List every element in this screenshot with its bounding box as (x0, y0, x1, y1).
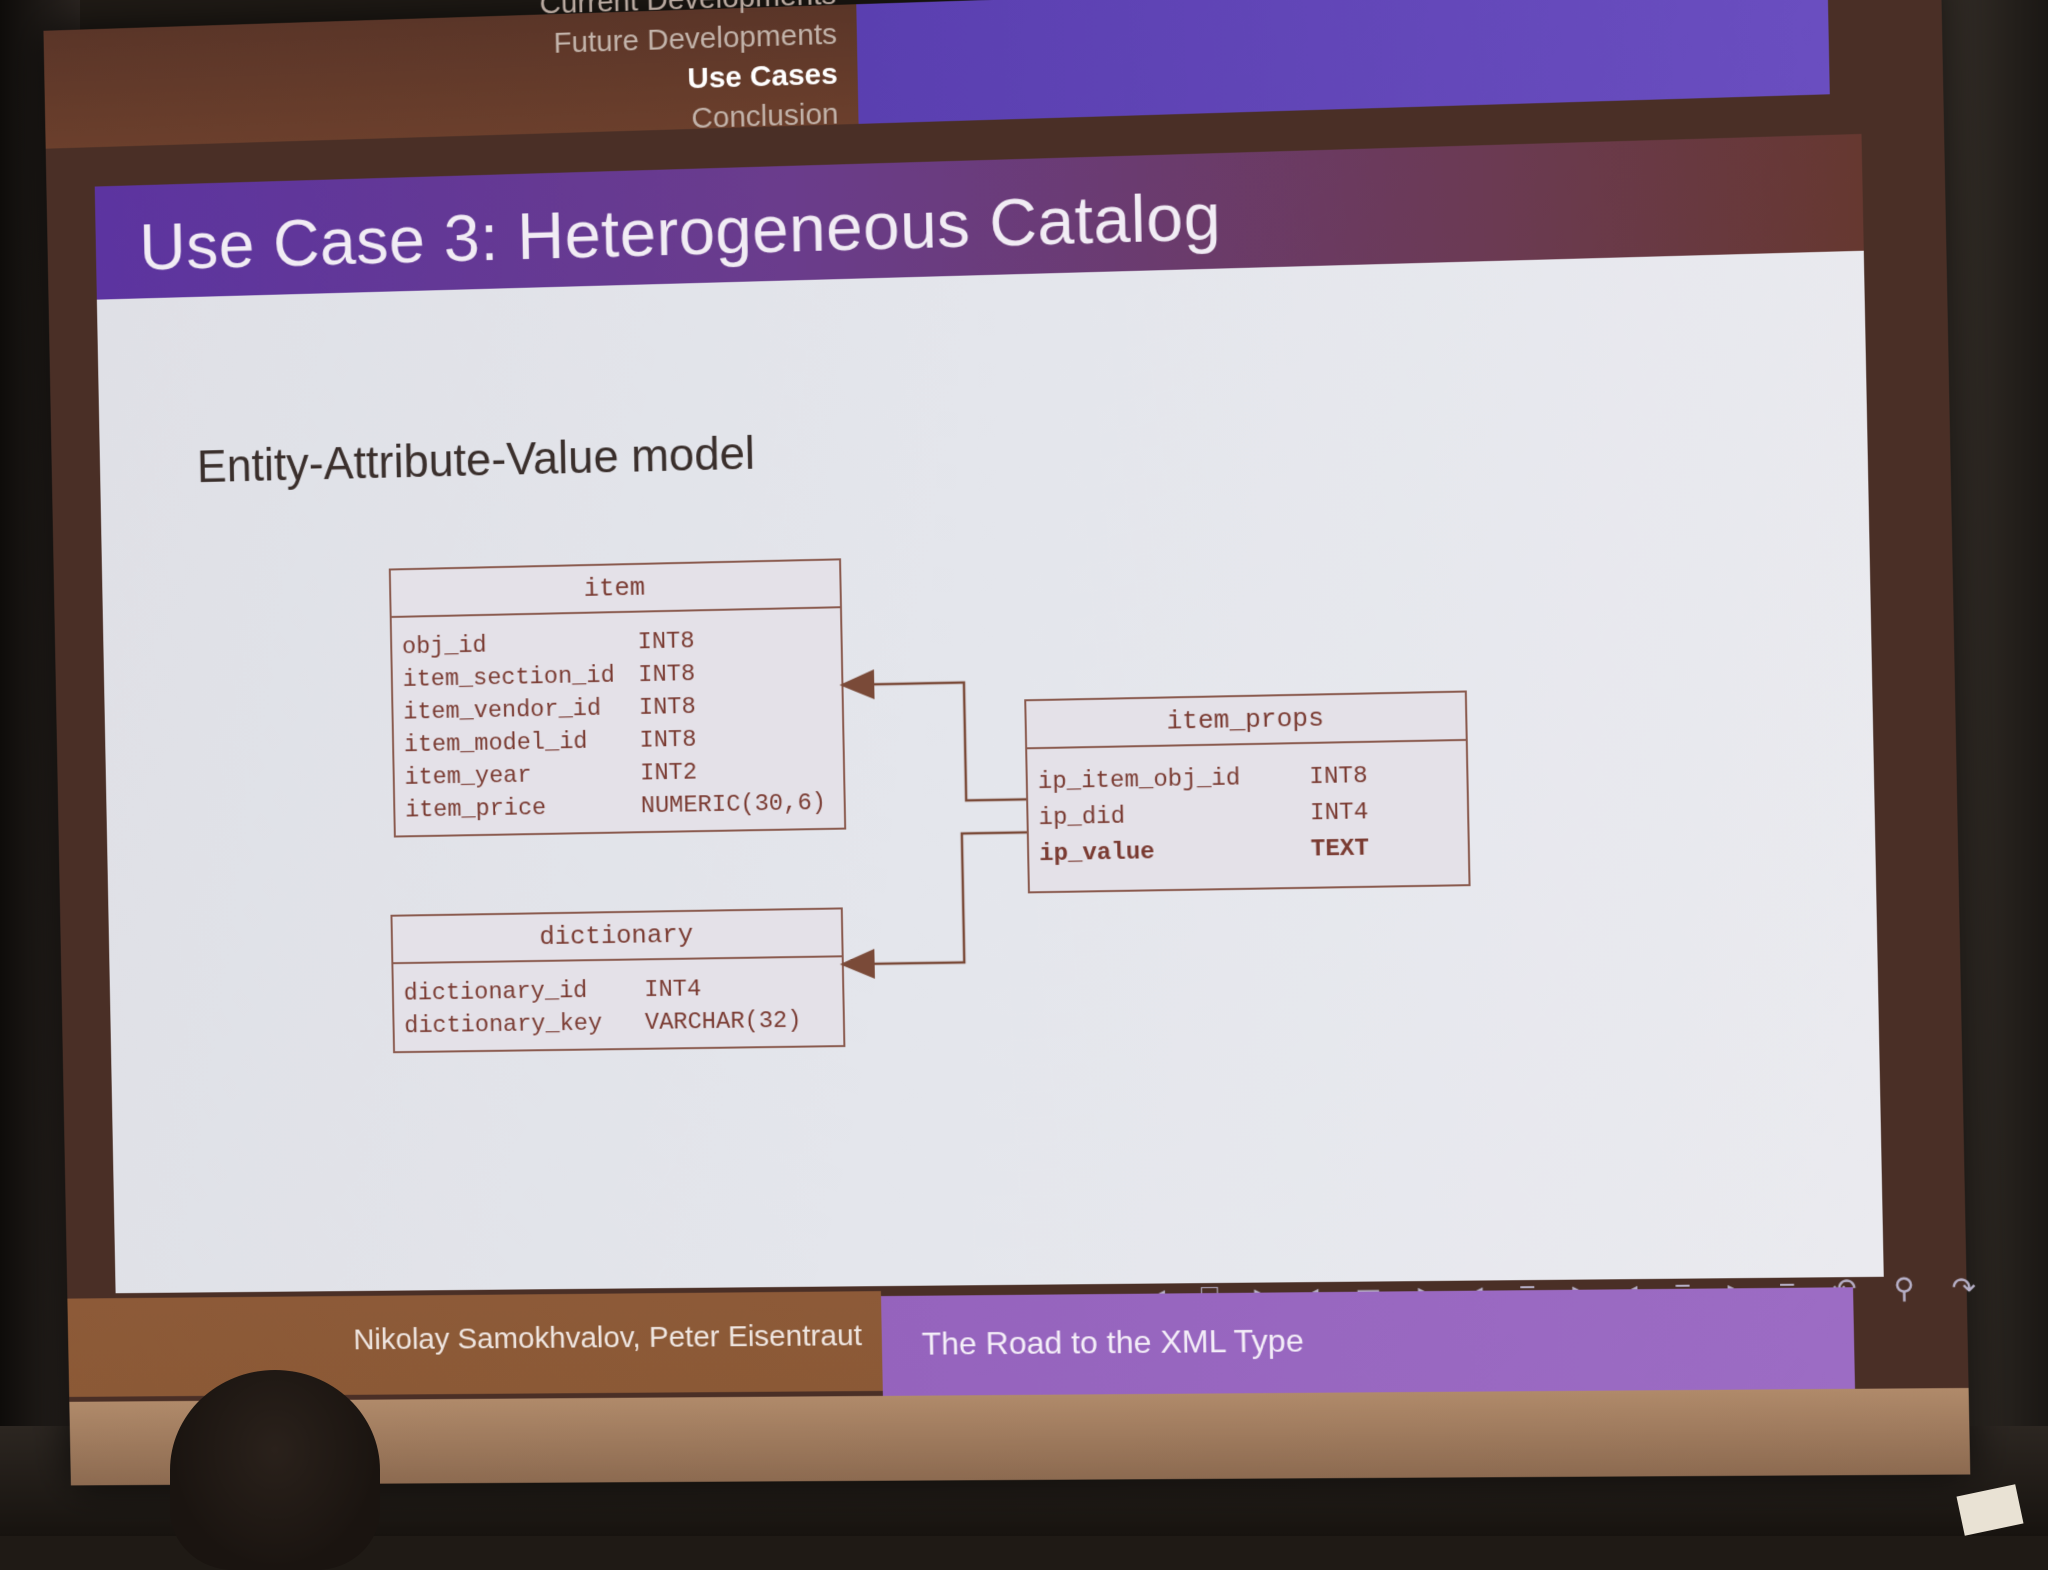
column-type: INT8 (638, 661, 696, 690)
column-name: obj_id (401, 632, 487, 662)
column-name: item_price (404, 795, 547, 825)
column-type: INT8 (1309, 762, 1368, 792)
table-item: item obj_id INT8 item_section_id INT8 item… (388, 558, 847, 838)
column-type: INT8 (638, 693, 697, 722)
column-type: NUMERIC(30,6) (640, 790, 827, 821)
table-row: ip_value TEXT (1039, 830, 1458, 873)
column-type: INT8 (637, 628, 695, 657)
column-name: ip_item_obj_id (1037, 765, 1241, 797)
table-rows: ip_item_obj_id INT8 ip_did INT4 ip_value TE… (1027, 741, 1468, 891)
column-type: INT4 (644, 976, 702, 1005)
table-row: dictionary_key VARCHAR(32) (404, 1004, 833, 1043)
column-name: ip_did (1038, 803, 1126, 833)
column-name: item_model_id (403, 728, 588, 760)
nav-item-conclusion[interactable]: Conclusion (542, 95, 839, 144)
table-rows: dictionary_id INT4 dictionary_key VARCHAR(… (393, 957, 843, 1051)
table-header: dictionary (392, 909, 842, 965)
column-name: dictionary_key (404, 1010, 603, 1041)
column-type: TEXT (1310, 835, 1370, 864)
table-item-props: item_props ip_item_obj_id INT8 ip_did INT4… (1024, 690, 1471, 894)
column-name: item_year (404, 762, 532, 792)
column-name: item_vendor_id (403, 695, 602, 727)
table-row: item_price NUMERIC(30,6) (405, 787, 834, 828)
column-name: item_section_id (402, 662, 615, 694)
column-type: VARCHAR(32) (644, 1007, 802, 1037)
table-dictionary: dictionary dictionary_id INT4 dictionary_… (390, 907, 846, 1054)
table-rows: obj_id INT8 item_section_id INT8 item_vend… (392, 608, 845, 835)
audience-head (170, 1370, 380, 1570)
footer-talk-title: The Road to the XML Type (921, 1322, 1305, 1362)
column-type: INT2 (639, 759, 698, 788)
footer-authors: Nikolay Samokhvalov, Peter Eisentraut (352, 1319, 863, 1357)
column-type: INT8 (639, 726, 697, 755)
column-type: INT4 (1309, 799, 1369, 828)
section-nav: Current Developments Future Developments… (539, 0, 839, 144)
projection-screen: Current Developments Future Developments… (43, 0, 1970, 1485)
table-header: item_props (1026, 692, 1466, 750)
nav-bar-right (856, 0, 1830, 124)
column-name: dictionary_id (403, 978, 588, 1008)
slide-content (96, 250, 1884, 1294)
column-name: ip_value (1038, 839, 1156, 869)
